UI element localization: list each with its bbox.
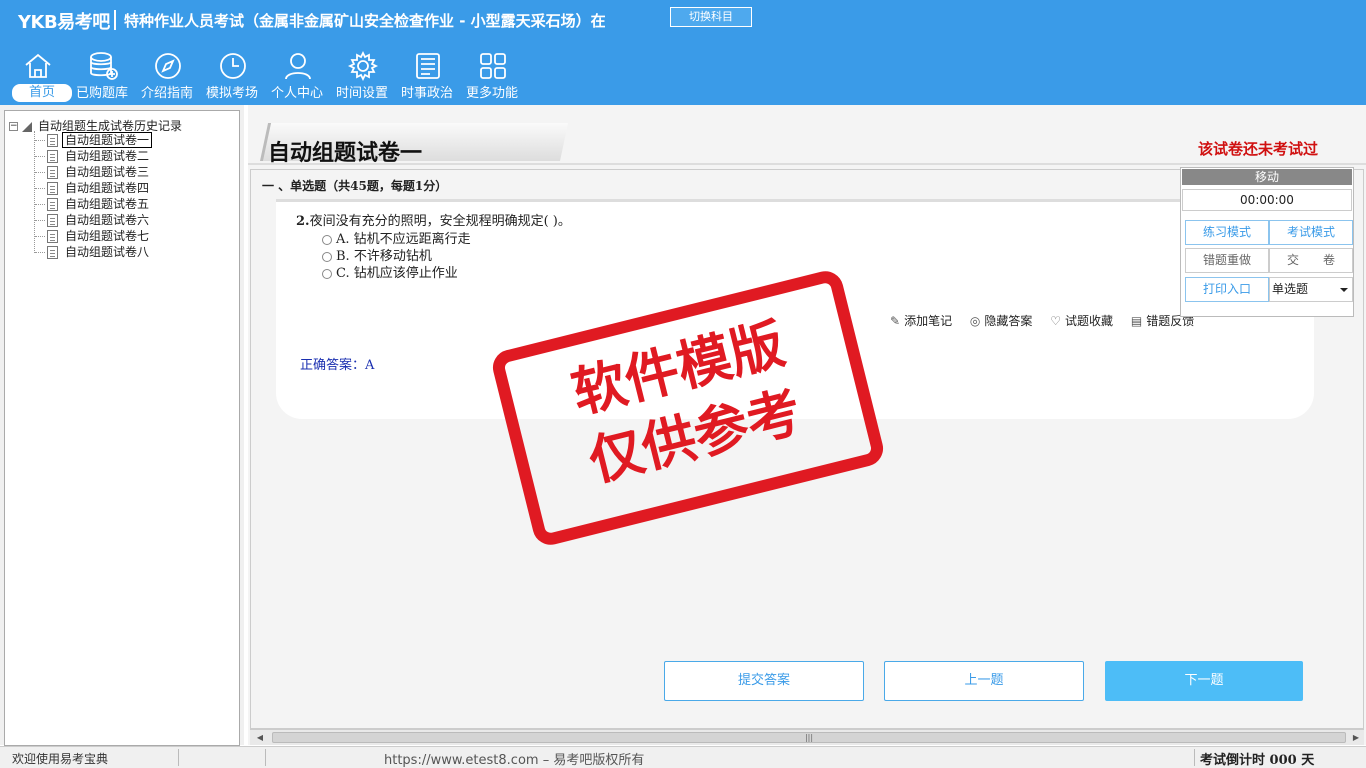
practice-mode-button[interactable]: 练习模式 <box>1185 220 1269 245</box>
nav-label: 模拟考场 <box>205 86 258 101</box>
nav-more[interactable]: 更多功能 <box>461 46 523 104</box>
radio-button[interactable] <box>322 251 332 262</box>
user-icon <box>285 53 311 80</box>
collapse-icon[interactable]: − <box>9 122 18 131</box>
exam-countdown: 考试倒计时 000 天 <box>1200 753 1315 768</box>
horizontal-scrollbar[interactable]: ◀ ||| ▶ <box>250 729 1364 745</box>
print-button[interactable]: 打印入口 <box>1185 277 1269 302</box>
hand-in-button[interactable]: 交 卷 <box>1269 248 1353 273</box>
newspaper-icon <box>416 53 440 79</box>
document-icon <box>47 182 58 195</box>
tree-item[interactable]: 自动组题试卷七 <box>35 229 152 245</box>
exam-control-panel: 移动 00:00:00 练习模式 考试模式 错题重做 交 卷 打印入口 单选题 <box>1180 167 1354 317</box>
document-icon <box>47 230 58 243</box>
app-header: YKB易考吧 特种作业人员考试（金属非金属矿山安全检查作业 - 小型露天采石场）… <box>0 0 1366 105</box>
hide-answer-link[interactable]: ◎ 隐藏答案 <box>970 312 1033 329</box>
option-c[interactable]: C. 钻机应该停止作业 <box>322 262 458 281</box>
exam-mode-button[interactable]: 考试模式 <box>1269 220 1353 245</box>
add-note-link[interactable]: ✎ 添加笔记 <box>890 312 952 329</box>
compass-icon <box>155 53 181 79</box>
tree-item[interactable]: 自动组题试卷三 <box>35 165 152 181</box>
nav-label: 个人中心 <box>270 86 323 101</box>
document-icon <box>47 214 58 227</box>
radio-button[interactable] <box>322 268 332 279</box>
prev-question-button[interactable]: 上一题 <box>884 661 1084 701</box>
nav-current-affairs[interactable]: 时事政治 <box>396 46 458 104</box>
document-icon <box>47 134 58 147</box>
nav-label: 已购题库 <box>75 86 128 101</box>
database-icon <box>90 52 118 80</box>
question-stem: 夜间没有充分的照明，安全规程明确规定( )。 <box>309 214 571 229</box>
question-tools: ✎ 添加笔记 ◎ 隐藏答案 ♡ 试题收藏 ▤ 错题反馈 <box>890 312 1208 329</box>
radio-button[interactable] <box>322 234 332 245</box>
copyright-text: https://www.etest8.com – 易考吧版权所有 <box>384 753 645 768</box>
nav-label: 介绍指南 <box>140 86 193 101</box>
section-heading: 一 、单选题（共45题，每题1分） <box>262 179 448 193</box>
nav-profile[interactable]: 个人中心 <box>266 46 328 104</box>
nav-guide[interactable]: 介绍指南 <box>136 46 198 104</box>
question-text: 2.夜间没有充分的照明，安全规程明确规定( )。 <box>296 210 571 229</box>
exam-title: 特种作业人员考试（金属非金属矿山安全检查作业 - 小型露天采石场）在 <box>124 12 606 30</box>
title-bar: YKB易考吧 特种作业人员考试（金属非金属矿山安全检查作业 - 小型露天采石场）… <box>0 0 1366 38</box>
scroll-right-icon[interactable]: ▶ <box>1348 731 1364 745</box>
question-number: 2. <box>296 214 310 229</box>
main-nav: 首页 已购题库 介绍指南 模拟考场 个人中心 时间设置 时事政治 更多功能 <box>0 46 540 104</box>
document-icon <box>47 246 58 259</box>
nav-label: 首页 <box>12 84 72 102</box>
eye-icon: ◎ <box>969 314 981 328</box>
favorite-link[interactable]: ♡ 试题收藏 <box>1050 312 1113 329</box>
tree-root[interactable]: − 自动组题生成试卷历史记录 <box>9 117 183 133</box>
status-divider <box>1194 749 1195 766</box>
document-icon <box>47 150 58 163</box>
document-icon <box>47 198 58 211</box>
brand-logo: YKB易考吧 <box>18 12 110 33</box>
gear-icon <box>347 50 379 82</box>
paper-history-tree[interactable]: − 自动组题生成试卷历史记录 自动组题试卷一 自动组题试卷二 自动组题试卷三 自动… <box>4 110 240 746</box>
exam-status-text: 该试卷还未考试过 <box>1198 140 1319 158</box>
nav-purchased-banks[interactable]: 已购题库 <box>71 46 133 104</box>
submit-answer-button[interactable]: 提交答案 <box>664 661 864 701</box>
nav-label: 时间设置 <box>335 86 388 101</box>
status-bar: 欢迎使用易考宝典 https://www.etest8.com – 易考吧版权所… <box>0 746 1366 768</box>
timer-display: 00:00:00 <box>1182 189 1352 211</box>
clock-icon <box>220 53 246 79</box>
tree-item[interactable]: 自动组题试卷八 <box>35 245 152 261</box>
scrollbar-thumb[interactable]: ||| <box>272 732 1346 743</box>
grid-icon <box>480 53 506 79</box>
pencil-icon: ✎ <box>890 314 901 328</box>
correct-answer: 正确答案：A <box>300 358 375 373</box>
title-divider <box>114 10 116 30</box>
document-icon <box>47 166 58 179</box>
chevron-down-icon <box>1340 288 1348 292</box>
tree-item[interactable]: 自动组题试卷四 <box>35 181 152 197</box>
redo-wrong-button[interactable]: 错题重做 <box>1185 248 1269 273</box>
divider <box>248 163 1366 165</box>
move-handle[interactable]: 移动 <box>1182 169 1352 185</box>
nav-label: 时事政治 <box>400 86 453 101</box>
switch-subject-button[interactable]: 切换科目 <box>670 7 752 27</box>
question-type-select[interactable]: 单选题 <box>1269 277 1353 302</box>
report-icon: ▤ <box>1130 314 1143 328</box>
status-divider <box>178 749 179 766</box>
welcome-text: 欢迎使用易考宝典 <box>12 752 109 766</box>
tree-item[interactable]: 自动组题试卷一 <box>35 132 153 149</box>
next-question-button[interactable]: 下一题 <box>1105 661 1303 701</box>
tree-item[interactable]: 自动组题试卷五 <box>35 197 152 213</box>
home-icon <box>25 53 51 78</box>
nav-home[interactable]: 首页 <box>6 46 72 104</box>
nav-label: 更多功能 <box>465 86 518 101</box>
folder-icon <box>22 121 32 132</box>
left-panel: − 自动组题生成试卷历史记录 自动组题试卷一 自动组题试卷二 自动组题试卷三 自动… <box>0 105 244 746</box>
scroll-left-icon[interactable]: ◀ <box>252 731 268 745</box>
tree-item[interactable]: 自动组题试卷六 <box>35 213 152 229</box>
status-divider <box>265 749 266 766</box>
tree-item[interactable]: 自动组题试卷二 <box>35 149 152 165</box>
nav-time-settings[interactable]: 时间设置 <box>331 46 393 104</box>
nav-mock-exam[interactable]: 模拟考场 <box>201 46 263 104</box>
tree-root-label: 自动组题生成试卷历史记录 <box>38 119 183 133</box>
heart-icon: ♡ <box>1050 314 1061 328</box>
